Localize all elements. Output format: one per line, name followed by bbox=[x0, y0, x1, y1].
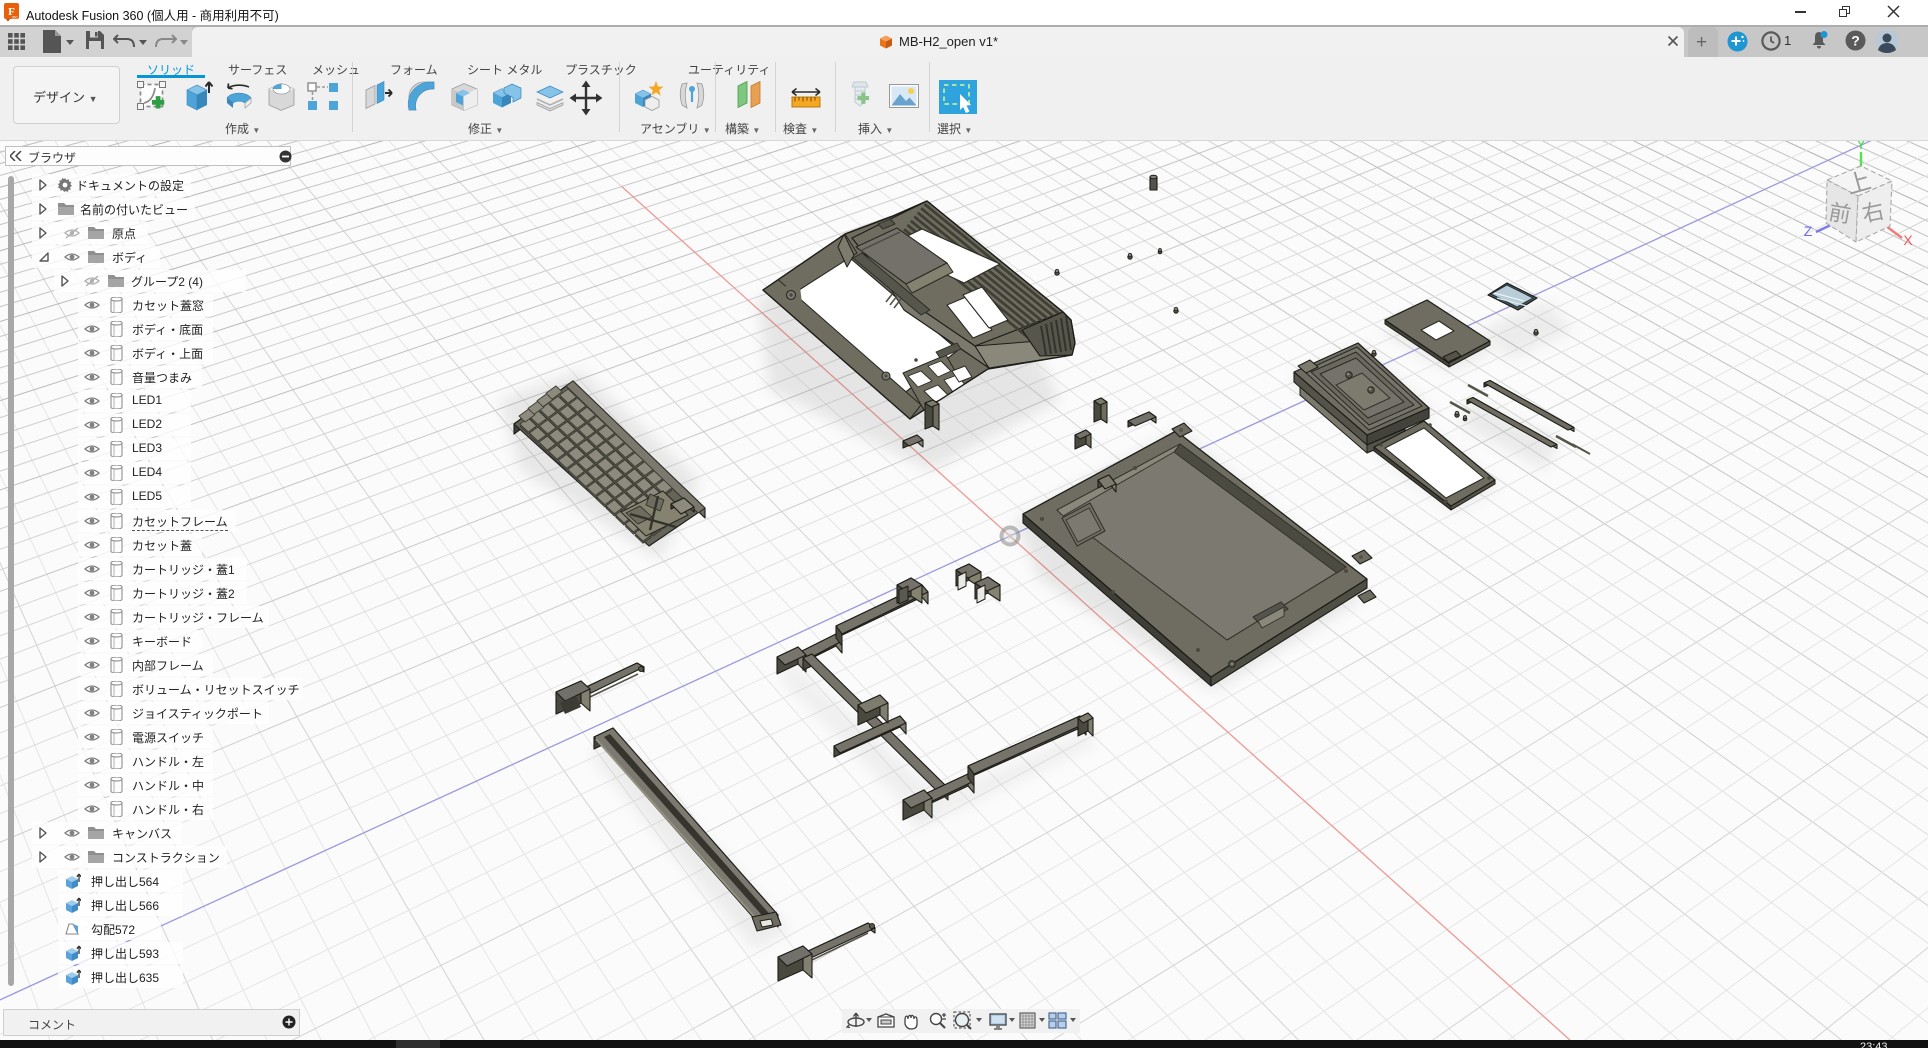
svg-text:Z: Z bbox=[1804, 223, 1813, 239]
svg-text:前: 前 bbox=[1827, 199, 1853, 227]
svg-text:360: 360 bbox=[12, 16, 18, 20]
svg-text:?: ? bbox=[1851, 33, 1860, 49]
svg-text:X: X bbox=[1903, 232, 1913, 248]
